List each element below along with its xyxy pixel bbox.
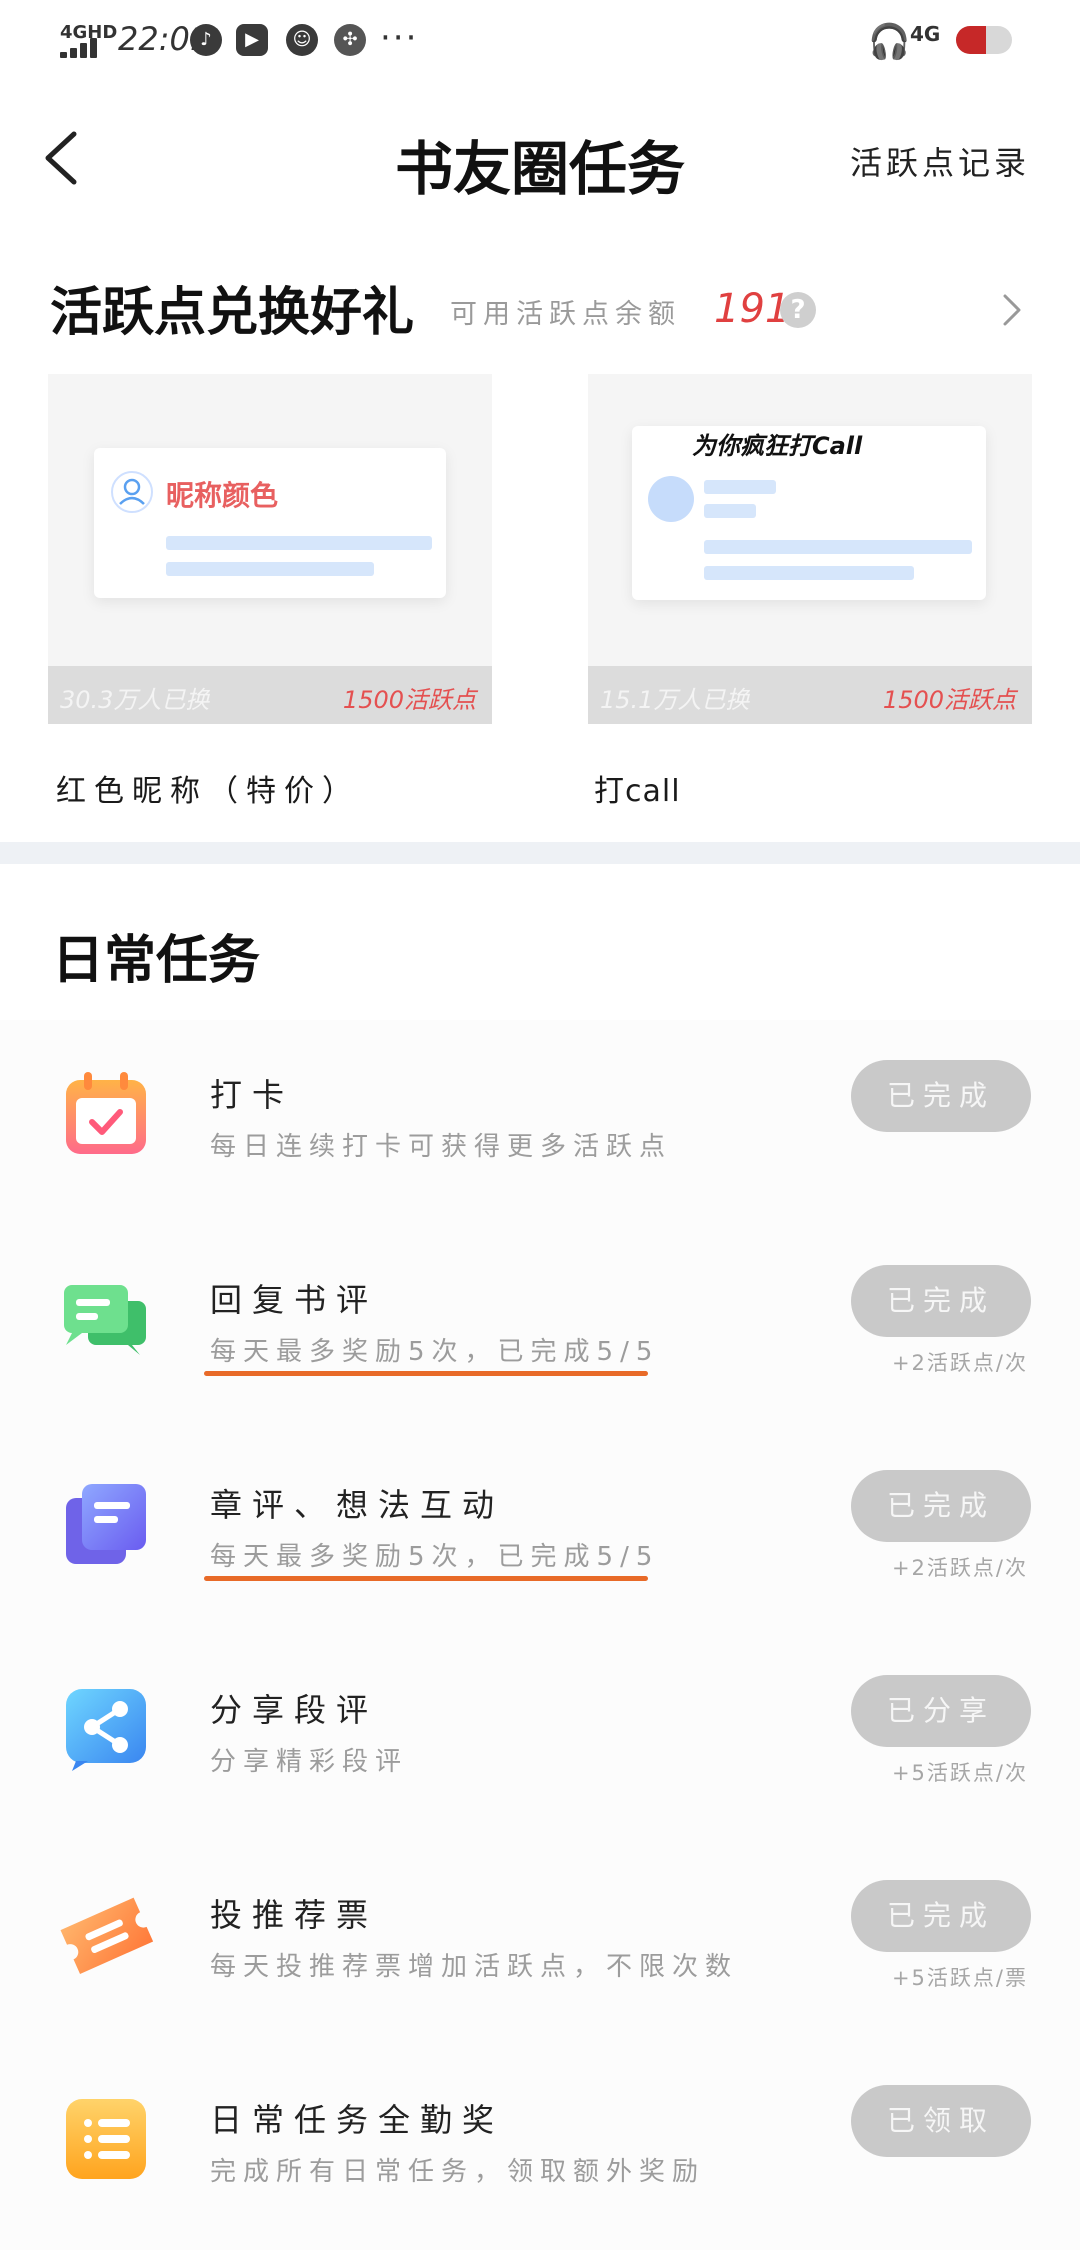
task-title: 回复书评 (210, 1281, 379, 1319)
avatar-placeholder (648, 476, 694, 522)
preview-label: 为你疯狂打Call (692, 432, 863, 460)
video-app-icon: ▶ (236, 24, 268, 56)
placeholder-line (704, 540, 972, 554)
battery-icon (956, 26, 1012, 54)
progress-underline (204, 1371, 648, 1376)
task-title: 投推荐票 (210, 1896, 379, 1934)
share-icon (66, 1689, 146, 1771)
status-bar: 4GHD 22:01 ♪ ▶ ☺ ✣ ··· 🎧 4G (0, 0, 1080, 80)
help-icon[interactable]: ? (780, 292, 816, 328)
exchange-section-title: 活跃点兑换好礼 (50, 282, 415, 343)
gift-name: 红色昵称（特价） (56, 774, 360, 809)
progress-underline (204, 1576, 648, 1581)
task-status-button[interactable]: 已完成 (851, 1880, 1031, 1952)
task-subtitle: 每天最多奖励5次，已完成5/5 (210, 1542, 660, 1572)
gift-card-nickname-color[interactable]: 昵称颜色 30.3万人已换 1500活跃点 (48, 374, 492, 724)
task-title: 打卡 (210, 1076, 295, 1114)
gift-card-call[interactable]: 为你疯狂打Call 15.1万人已换 1500活跃点 (588, 374, 1032, 724)
ticket-icon (60, 1897, 154, 1975)
fan-app-icon: ✣ (334, 24, 366, 56)
placeholder-line (166, 536, 432, 550)
gift-exchange-count: 30.3万人已换 (60, 686, 210, 714)
activity-record-link[interactable]: 活跃点记录 (850, 138, 1030, 184)
cat-app-icon: ☺ (286, 24, 318, 56)
network-4g-label: 4G (910, 22, 941, 46)
gift-info-bar: 15.1万人已换 1500活跃点 (588, 666, 1032, 724)
task-reward: +2活跃点/次 (891, 1351, 1028, 1375)
placeholder-line (704, 566, 914, 580)
calendar-check-icon (66, 1072, 146, 1154)
task-title: 章评、想法互动 (210, 1486, 505, 1524)
headphones-icon: 🎧 (868, 22, 911, 62)
task-status-button[interactable]: 已完成 (851, 1265, 1031, 1337)
balance-label: 可用活跃点余额 (450, 299, 681, 330)
task-reward: +5活跃点/次 (891, 1761, 1028, 1785)
task-row-full-attendance: 日常任务全勤奖 完成所有日常任务，领取额外奖励 已领取 (0, 2045, 1080, 2250)
chat-bubble-icon (64, 1285, 146, 1355)
task-row-chapter-interaction: 章评、想法互动 每天最多奖励5次，已完成5/5 已完成 +2活跃点/次 (0, 1430, 1080, 1636)
gift-exchange-count: 15.1万人已换 (600, 686, 750, 714)
task-status-button[interactable]: 已完成 (851, 1060, 1031, 1132)
task-status-button[interactable]: 已领取 (851, 2085, 1031, 2157)
task-row-reply-review: 回复书评 每天最多奖励5次，已完成5/5 已完成 +2活跃点/次 (0, 1225, 1080, 1431)
signal-strength-icon (60, 38, 104, 58)
task-subtitle: 每天最多奖励5次，已完成5/5 (210, 1337, 660, 1367)
task-reward: +2活跃点/次 (891, 1556, 1028, 1580)
task-subtitle: 分享精彩段评 (210, 1747, 409, 1777)
list-icon (66, 2099, 146, 2179)
preview-label: 昵称颜色 (166, 479, 279, 512)
task-status-button[interactable]: 已分享 (851, 1675, 1031, 1747)
music-app-icon: ♪ (190, 24, 222, 56)
placeholder-line (704, 480, 776, 494)
gift-cost: 1500活跃点 (342, 686, 476, 714)
more-notifications-icon: ··· (380, 18, 419, 58)
balance-value: 191 (714, 286, 791, 332)
task-row-checkin: 打卡 每日连续打卡可获得更多活跃点 已完成 (0, 1020, 1080, 1226)
daily-tasks-title: 日常任务 (52, 930, 261, 991)
task-title: 分享段评 (210, 1691, 379, 1729)
gift-info-bar: 30.3万人已换 1500活跃点 (48, 666, 492, 724)
gift-cost: 1500活跃点 (882, 686, 1016, 714)
chevron-right-icon[interactable] (1000, 292, 1024, 328)
task-subtitle: 完成所有日常任务，领取额外奖励 (210, 2157, 706, 2187)
task-subtitle: 每天投推荐票增加活跃点，不限次数 (210, 1952, 739, 1982)
task-status-button[interactable]: 已完成 (851, 1470, 1031, 1542)
avatar-icon (111, 471, 153, 513)
task-title: 日常任务全勤奖 (210, 2101, 505, 2139)
placeholder-line (704, 504, 756, 518)
gift-preview: 昵称颜色 (94, 448, 446, 598)
task-row-share: 分享段评 分享精彩段评 已分享 +5活跃点/次 (0, 1635, 1080, 1841)
task-subtitle: 每日连续打卡可获得更多活跃点 (210, 1132, 673, 1162)
placeholder-line (166, 562, 374, 576)
task-reward: +5活跃点/票 (891, 1966, 1028, 1990)
gift-preview: 为你疯狂打Call (632, 426, 986, 600)
document-icon (66, 1484, 146, 1564)
section-divider (0, 842, 1080, 864)
task-row-vote: 投推荐票 每天投推荐票增加活跃点，不限次数 已完成 +5活跃点/票 (0, 1840, 1080, 2046)
gift-name: 打call (594, 774, 681, 809)
